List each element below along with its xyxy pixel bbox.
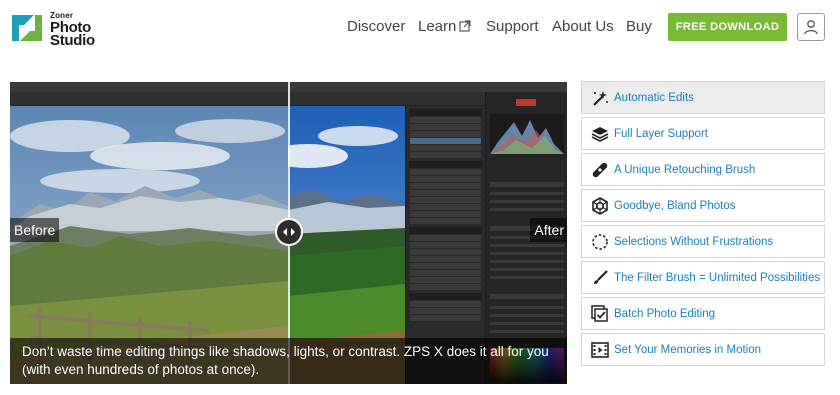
feature-bland-photos[interactable]: Goodbye, Bland Photos xyxy=(581,189,825,222)
feature-automatic-edits[interactable]: Automatic Edits xyxy=(581,81,825,114)
user-icon xyxy=(804,20,818,35)
external-link-icon xyxy=(459,20,471,32)
nav-about-us[interactable]: About Us xyxy=(552,18,614,35)
feature-label: A Unique Retouching Brush xyxy=(614,163,756,176)
feature-selections[interactable]: Selections Without Frustrations xyxy=(581,225,825,258)
feature-memories-motion[interactable]: Set Your Memories in Motion xyxy=(581,333,825,366)
brush-icon xyxy=(590,268,610,288)
feature-label: Full Layer Support xyxy=(614,127,708,140)
feature-full-layer-support[interactable]: Full Layer Support xyxy=(581,117,825,150)
feature-list: Automatic Edits Full Layer Support A Uni… xyxy=(581,81,825,369)
feature-label: Batch Photo Editing xyxy=(614,307,716,320)
feature-label: Selections Without Frustrations xyxy=(614,235,774,248)
nav-buy[interactable]: Buy xyxy=(626,18,652,35)
feature-retouching-brush[interactable]: A Unique Retouching Brush xyxy=(581,153,825,186)
viewer-caption: Don’t waste time editing things like sha… xyxy=(10,338,567,384)
feature-label: The Filter Brush = Unlimited Possibiliti… xyxy=(614,271,821,284)
zoner-logo[interactable]: Zoner Photo Studio xyxy=(10,10,110,49)
before-label: Before xyxy=(10,218,60,242)
nav-learn-label: Learn xyxy=(418,18,457,35)
nav-learn[interactable]: Learn xyxy=(418,18,471,35)
layers-icon xyxy=(590,124,610,144)
bandage-icon xyxy=(590,160,610,180)
logo-mark-icon xyxy=(12,15,42,41)
site-header: Zoner Photo Studio Discover Learn Suppor… xyxy=(0,0,840,58)
left-right-arrows-icon xyxy=(283,228,295,236)
nav-support[interactable]: Support xyxy=(486,18,539,35)
logo-wordmark: Zoner Photo Studio xyxy=(50,10,95,49)
feature-batch-editing[interactable]: Batch Photo Editing xyxy=(581,297,825,330)
logo-line-3: Studio xyxy=(50,31,95,49)
feature-label: Goodbye, Bland Photos xyxy=(614,199,736,212)
feature-filter-brush[interactable]: The Filter Brush = Unlimited Possibiliti… xyxy=(581,261,825,294)
free-download-button[interactable]: FREE DOWNLOAD xyxy=(668,13,787,41)
user-account-button[interactable] xyxy=(797,13,825,41)
dashed-circle-icon xyxy=(590,232,610,252)
feature-label: Set Your Memories in Motion xyxy=(614,343,762,356)
magic-wand-icon xyxy=(590,88,610,108)
after-label: After xyxy=(530,218,567,242)
before-after-viewer: Before After Don’t waste time editing th… xyxy=(10,82,567,384)
nav-discover[interactable]: Discover xyxy=(347,18,405,35)
film-icon xyxy=(590,340,610,360)
batch-check-icon xyxy=(590,304,610,324)
feature-label: Automatic Edits xyxy=(614,91,694,104)
compare-slider-handle[interactable] xyxy=(275,218,303,246)
color-wheel-icon xyxy=(590,196,610,216)
